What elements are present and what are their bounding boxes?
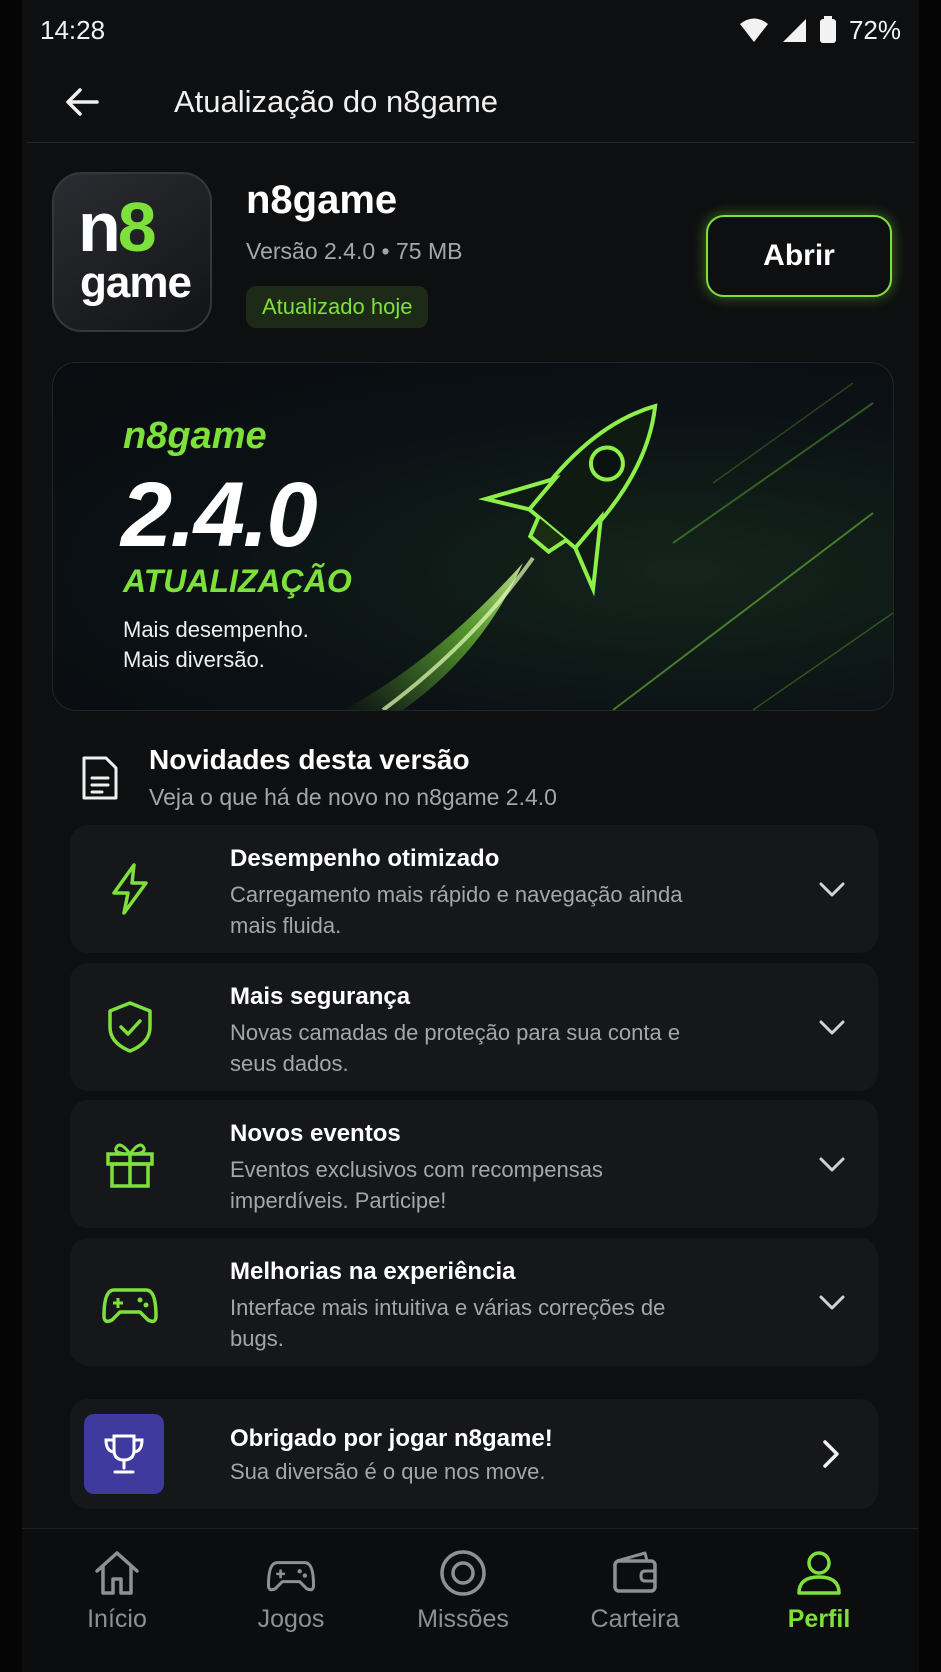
feature-title: Mais segurança bbox=[230, 983, 411, 1010]
section-title: Novidades desta versão bbox=[149, 744, 470, 775]
feature-description: Carregamento mais rápido e navegação ain… bbox=[230, 882, 683, 938]
nav-item-carteira[interactable]: Carteira bbox=[550, 1547, 720, 1657]
gamepad-icon bbox=[102, 1288, 158, 1324]
feature-title: Melhorias na experiência bbox=[230, 1258, 516, 1285]
app-logo-n8: n8 bbox=[78, 188, 157, 266]
feature-card-experience[interactable]: Melhorias na experiência Interface mais … bbox=[70, 1238, 878, 1366]
feature-card-performance[interactable]: Desempenho otimizado Carregamento mais r… bbox=[70, 825, 878, 953]
nav-item-inicio[interactable]: Início bbox=[32, 1547, 202, 1657]
status-indicators: 72% bbox=[739, 15, 901, 46]
nav-item-missoes[interactable]: Missões bbox=[378, 1547, 548, 1657]
trophy-icon-tile bbox=[84, 1414, 164, 1494]
thanks-card[interactable]: Obrigado por jogar n8game! Sua diversão … bbox=[70, 1399, 878, 1509]
nav-label: Perfil bbox=[787, 1605, 851, 1633]
app-bar: Atualização do n8game bbox=[26, 62, 915, 143]
banner-line-1: Mais desempenho. bbox=[123, 617, 309, 642]
battery-icon bbox=[819, 16, 836, 43]
banner-version: 2.4.0 bbox=[121, 464, 318, 566]
chevron-down-icon bbox=[819, 1020, 845, 1035]
banner-line-2: Mais diversão. bbox=[123, 647, 265, 672]
shield-check-icon bbox=[108, 1001, 152, 1053]
gamepad-icon bbox=[266, 1561, 316, 1592]
nav-label: Carteira bbox=[590, 1605, 680, 1633]
wallet-icon bbox=[613, 1551, 657, 1593]
nav-label: Jogos bbox=[257, 1605, 325, 1633]
app-name: n8game bbox=[246, 178, 398, 222]
battery-percent: 72% bbox=[848, 14, 901, 45]
feature-title: Novos eventos bbox=[230, 1120, 401, 1147]
chevron-down-icon bbox=[819, 882, 845, 897]
chevron-down-icon bbox=[819, 1295, 845, 1310]
thanks-subtitle: Sua diversão é o que nos move. bbox=[230, 1459, 546, 1484]
wifi-icon bbox=[739, 18, 768, 42]
home-icon bbox=[95, 1551, 139, 1595]
document-icon bbox=[82, 756, 118, 800]
gift-icon bbox=[106, 1143, 154, 1188]
target-icon bbox=[440, 1550, 486, 1596]
feature-card-security[interactable]: Mais segurança Novas camadas de proteção… bbox=[70, 963, 878, 1091]
nav-item-perfil[interactable]: Perfil bbox=[734, 1547, 904, 1657]
back-button[interactable] bbox=[52, 72, 112, 132]
chevron-down-icon bbox=[819, 1157, 845, 1172]
user-icon bbox=[797, 1551, 841, 1595]
nav-item-jogos[interactable]: Jogos bbox=[206, 1547, 376, 1657]
feature-card-events[interactable]: Novos eventos Eventos exclusivos com rec… bbox=[70, 1100, 878, 1228]
app-version-size: Versão 2.4.0 • 75 MB bbox=[246, 238, 463, 264]
app-logo-game: game bbox=[80, 258, 192, 307]
lightning-icon bbox=[112, 863, 148, 915]
update-banner: n8game 2.4.0 ATUALIZAÇÃO Mais desempenho… bbox=[52, 362, 894, 711]
feature-description: Novas camadas de proteção para sua conta… bbox=[230, 1020, 681, 1076]
banner-headline: ATUALIZAÇÃO bbox=[123, 563, 352, 599]
nav-label: Missões bbox=[417, 1605, 509, 1633]
section-subtitle: Veja o que há de novo no n8game 2.4.0 bbox=[149, 784, 557, 810]
open-button[interactable]: Abrir bbox=[706, 215, 892, 297]
arrow-left-icon bbox=[66, 88, 99, 116]
app-logo: n8 game bbox=[52, 172, 212, 332]
feature-title: Desempenho otimizado bbox=[230, 845, 500, 872]
signal-icon bbox=[782, 19, 806, 42]
status-time: 14:28 bbox=[40, 14, 106, 45]
banner-brand: n8game bbox=[123, 415, 267, 457]
trophy-icon bbox=[104, 1434, 144, 1474]
phone-screen: 14:28 72% Atualização do n8game n8 game … bbox=[0, 0, 941, 1672]
chevron-right-icon bbox=[823, 1440, 839, 1468]
status-bar: 14:28 72% bbox=[40, 10, 901, 50]
thanks-title: Obrigado por jogar n8game! bbox=[230, 1425, 553, 1452]
nav-label: Início bbox=[87, 1605, 147, 1633]
feature-description: Eventos exclusivos com recompensas imper… bbox=[230, 1157, 603, 1213]
page-title: Atualização do n8game bbox=[174, 84, 499, 119]
updated-badge: Atualizado hoje bbox=[246, 286, 429, 328]
bottom-nav: Início Jogos Missões Carteira Perfil bbox=[22, 1528, 919, 1672]
feature-description: Interface mais intuitiva e várias correç… bbox=[230, 1295, 666, 1351]
